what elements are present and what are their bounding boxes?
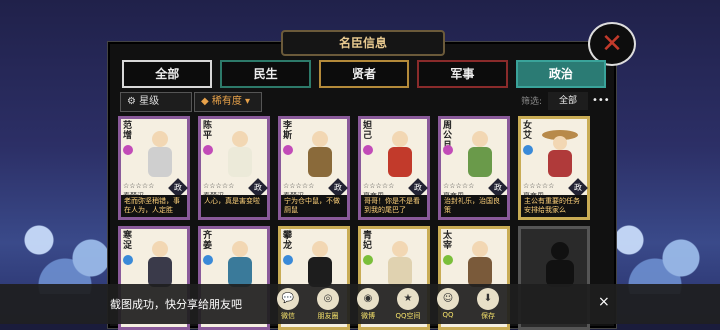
filter-dropdown[interactable]: 全部 — [548, 92, 588, 110]
minister-card[interactable]: 女艾 ☆☆☆☆☆ 夏商周 政 主公有重要的任务安排给我家么 — [518, 116, 590, 220]
share-label: 微信 — [281, 312, 295, 320]
minister-quote: 治封礼乐，治国良策 — [441, 195, 507, 217]
tab-military[interactable]: 军事 — [417, 60, 508, 88]
locked-silhouette-icon — [546, 242, 574, 287]
star-rating: ☆☆☆☆☆ — [283, 182, 315, 190]
minister-name: 女艾 — [523, 121, 533, 141]
minister-card[interactable]: 妲己 ☆☆☆☆☆ 夏商周 政 哥哥！你是不是看到我的尾巴了 — [358, 116, 430, 220]
tab-livelihood[interactable]: 民生 — [220, 60, 311, 88]
save-icon: ⬇ — [477, 288, 499, 310]
clan-icon — [283, 255, 293, 265]
clan-icon — [123, 255, 133, 265]
minister-portrait — [468, 131, 492, 177]
sort-icon: ⚙ — [127, 96, 140, 107]
minister-name: 李斯 — [283, 121, 293, 141]
minister-quote: 老而弥坚稍错，事在人为，人定胜 — [121, 195, 187, 217]
minister-portrait — [148, 131, 172, 177]
minister-quote: 主公有重要的任务安排给我家么 — [521, 195, 587, 217]
filter-toolbar: ⚙ 星级 ◆ 稀有度 ▾ 筛选: 全部 ••• — [116, 92, 610, 112]
star-sort-button[interactable]: ⚙ 星级 — [120, 92, 192, 112]
minister-card[interactable]: 陈平 ☆☆☆☆☆ 秦楚汉 政 人心，真是害变啦 — [198, 116, 270, 220]
clan-icon — [123, 145, 133, 155]
star-sort-label: 星级 — [139, 96, 160, 107]
share-qzone-button[interactable]: ★ QQ空间 — [394, 288, 422, 321]
share-label: 保存 — [481, 312, 495, 320]
clan-icon — [203, 145, 213, 155]
minister-name: 太宰 — [443, 231, 453, 251]
share-bar: 截图成功，快分享给朋友吧 💬 微信 ◎ 朋友圈 ◉ 微博 ★ QQ空间 ☺ QQ ⬇ 保存 … — [0, 284, 720, 324]
qzone-icon: ★ — [397, 288, 419, 310]
minister-name: 陈平 — [203, 121, 213, 141]
star-rating: ☆☆☆☆☆ — [203, 182, 235, 190]
minister-portrait — [542, 130, 578, 177]
share-weibo-button[interactable]: ◉ 微博 — [354, 288, 382, 321]
filter-label: 筛选: — [521, 97, 543, 107]
wechat-icon: 💬 — [277, 288, 299, 310]
minister-quote: 人心，真是害变啦 — [201, 195, 267, 217]
diamond-icon: ◆ — [201, 96, 212, 107]
share-close-button[interactable]: × — [598, 294, 610, 310]
star-rating: ☆☆☆☆☆ — [523, 182, 555, 190]
minister-card[interactable]: 周公旦 ☆☆☆☆☆ 夏商周 政 治封礼乐，治国良策 — [438, 116, 510, 220]
minister-name: 齐姜 — [203, 231, 213, 251]
minister-portrait — [308, 131, 332, 177]
minister-name: 妲己 — [363, 121, 373, 141]
moments-icon: ◎ — [317, 288, 339, 310]
minister-portrait — [388, 241, 412, 287]
share-label: QQ空间 — [395, 312, 421, 320]
share-save-button[interactable]: ⬇ 保存 — [474, 288, 502, 321]
minister-quote: 宁为仓中鼠，不做厕鼠 — [281, 195, 347, 217]
clan-icon — [363, 255, 373, 265]
clan-icon — [203, 255, 213, 265]
clan-icon — [523, 145, 533, 155]
star-rating: ☆☆☆☆☆ — [443, 182, 475, 190]
rarity-sort-button[interactable]: ◆ 稀有度 ▾ — [194, 92, 262, 112]
clan-icon — [443, 145, 453, 155]
share-label: QQ — [442, 311, 454, 319]
category-tabs: 全部 民生 贤者 军事 政治 — [122, 60, 607, 88]
clan-icon — [363, 145, 373, 155]
chevron-down-icon: ▾ — [241, 96, 251, 107]
minister-portrait — [228, 131, 252, 177]
share-message: 截图成功，快分享给朋友吧 — [110, 298, 242, 311]
share-label: 微博 — [361, 312, 375, 320]
minister-name: 范增 — [123, 121, 133, 141]
close-icon: ✕ — [601, 29, 623, 59]
qq-icon: ☺ — [437, 288, 459, 310]
minister-card[interactable]: 李斯 ☆☆☆☆☆ 秦楚汉 政 宁为仓中鼠，不做厕鼠 — [278, 116, 350, 220]
clan-icon — [443, 255, 453, 265]
minister-name: 攀龙 — [283, 231, 293, 251]
panel-title: 名臣信息 — [281, 30, 445, 56]
tab-sage[interactable]: 贤者 — [318, 60, 410, 88]
minister-portrait — [148, 241, 172, 287]
share-label: 朋友圈 — [317, 312, 339, 320]
minister-portrait — [228, 241, 252, 287]
share-wechat-button[interactable]: 💬 微信 — [274, 288, 302, 321]
minister-quote: 哥哥！你是不是看到我的尾巴了 — [361, 195, 427, 217]
share-options: 💬 微信 ◎ 朋友圈 ◉ 微博 ★ QQ空间 ☺ QQ ⬇ 保存 — [274, 288, 502, 321]
star-rating: ☆☆☆☆☆ — [363, 182, 395, 190]
tab-politics[interactable]: 政治 — [515, 60, 607, 88]
minister-portrait — [468, 241, 492, 287]
minister-card[interactable]: 范增 ☆☆☆☆☆ 秦楚汉 政 老而弥坚稍错，事在人为，人定胜 — [118, 116, 190, 220]
clan-icon — [283, 145, 293, 155]
rarity-sort-label: 稀有度 — [211, 96, 242, 107]
weibo-icon: ◉ — [357, 288, 379, 310]
more-options-button[interactable]: ••• — [592, 95, 610, 106]
share-moments-button[interactable]: ◎ 朋友圈 — [314, 288, 342, 321]
tab-all[interactable]: 全部 — [122, 60, 213, 88]
minister-portrait — [388, 131, 412, 177]
minister-portrait — [308, 241, 332, 287]
minister-name: 寒浞 — [123, 231, 133, 251]
minister-name: 青妃 — [363, 231, 373, 251]
star-rating: ☆☆☆☆☆ — [123, 182, 155, 190]
share-qq-button[interactable]: ☺ QQ — [434, 288, 462, 321]
